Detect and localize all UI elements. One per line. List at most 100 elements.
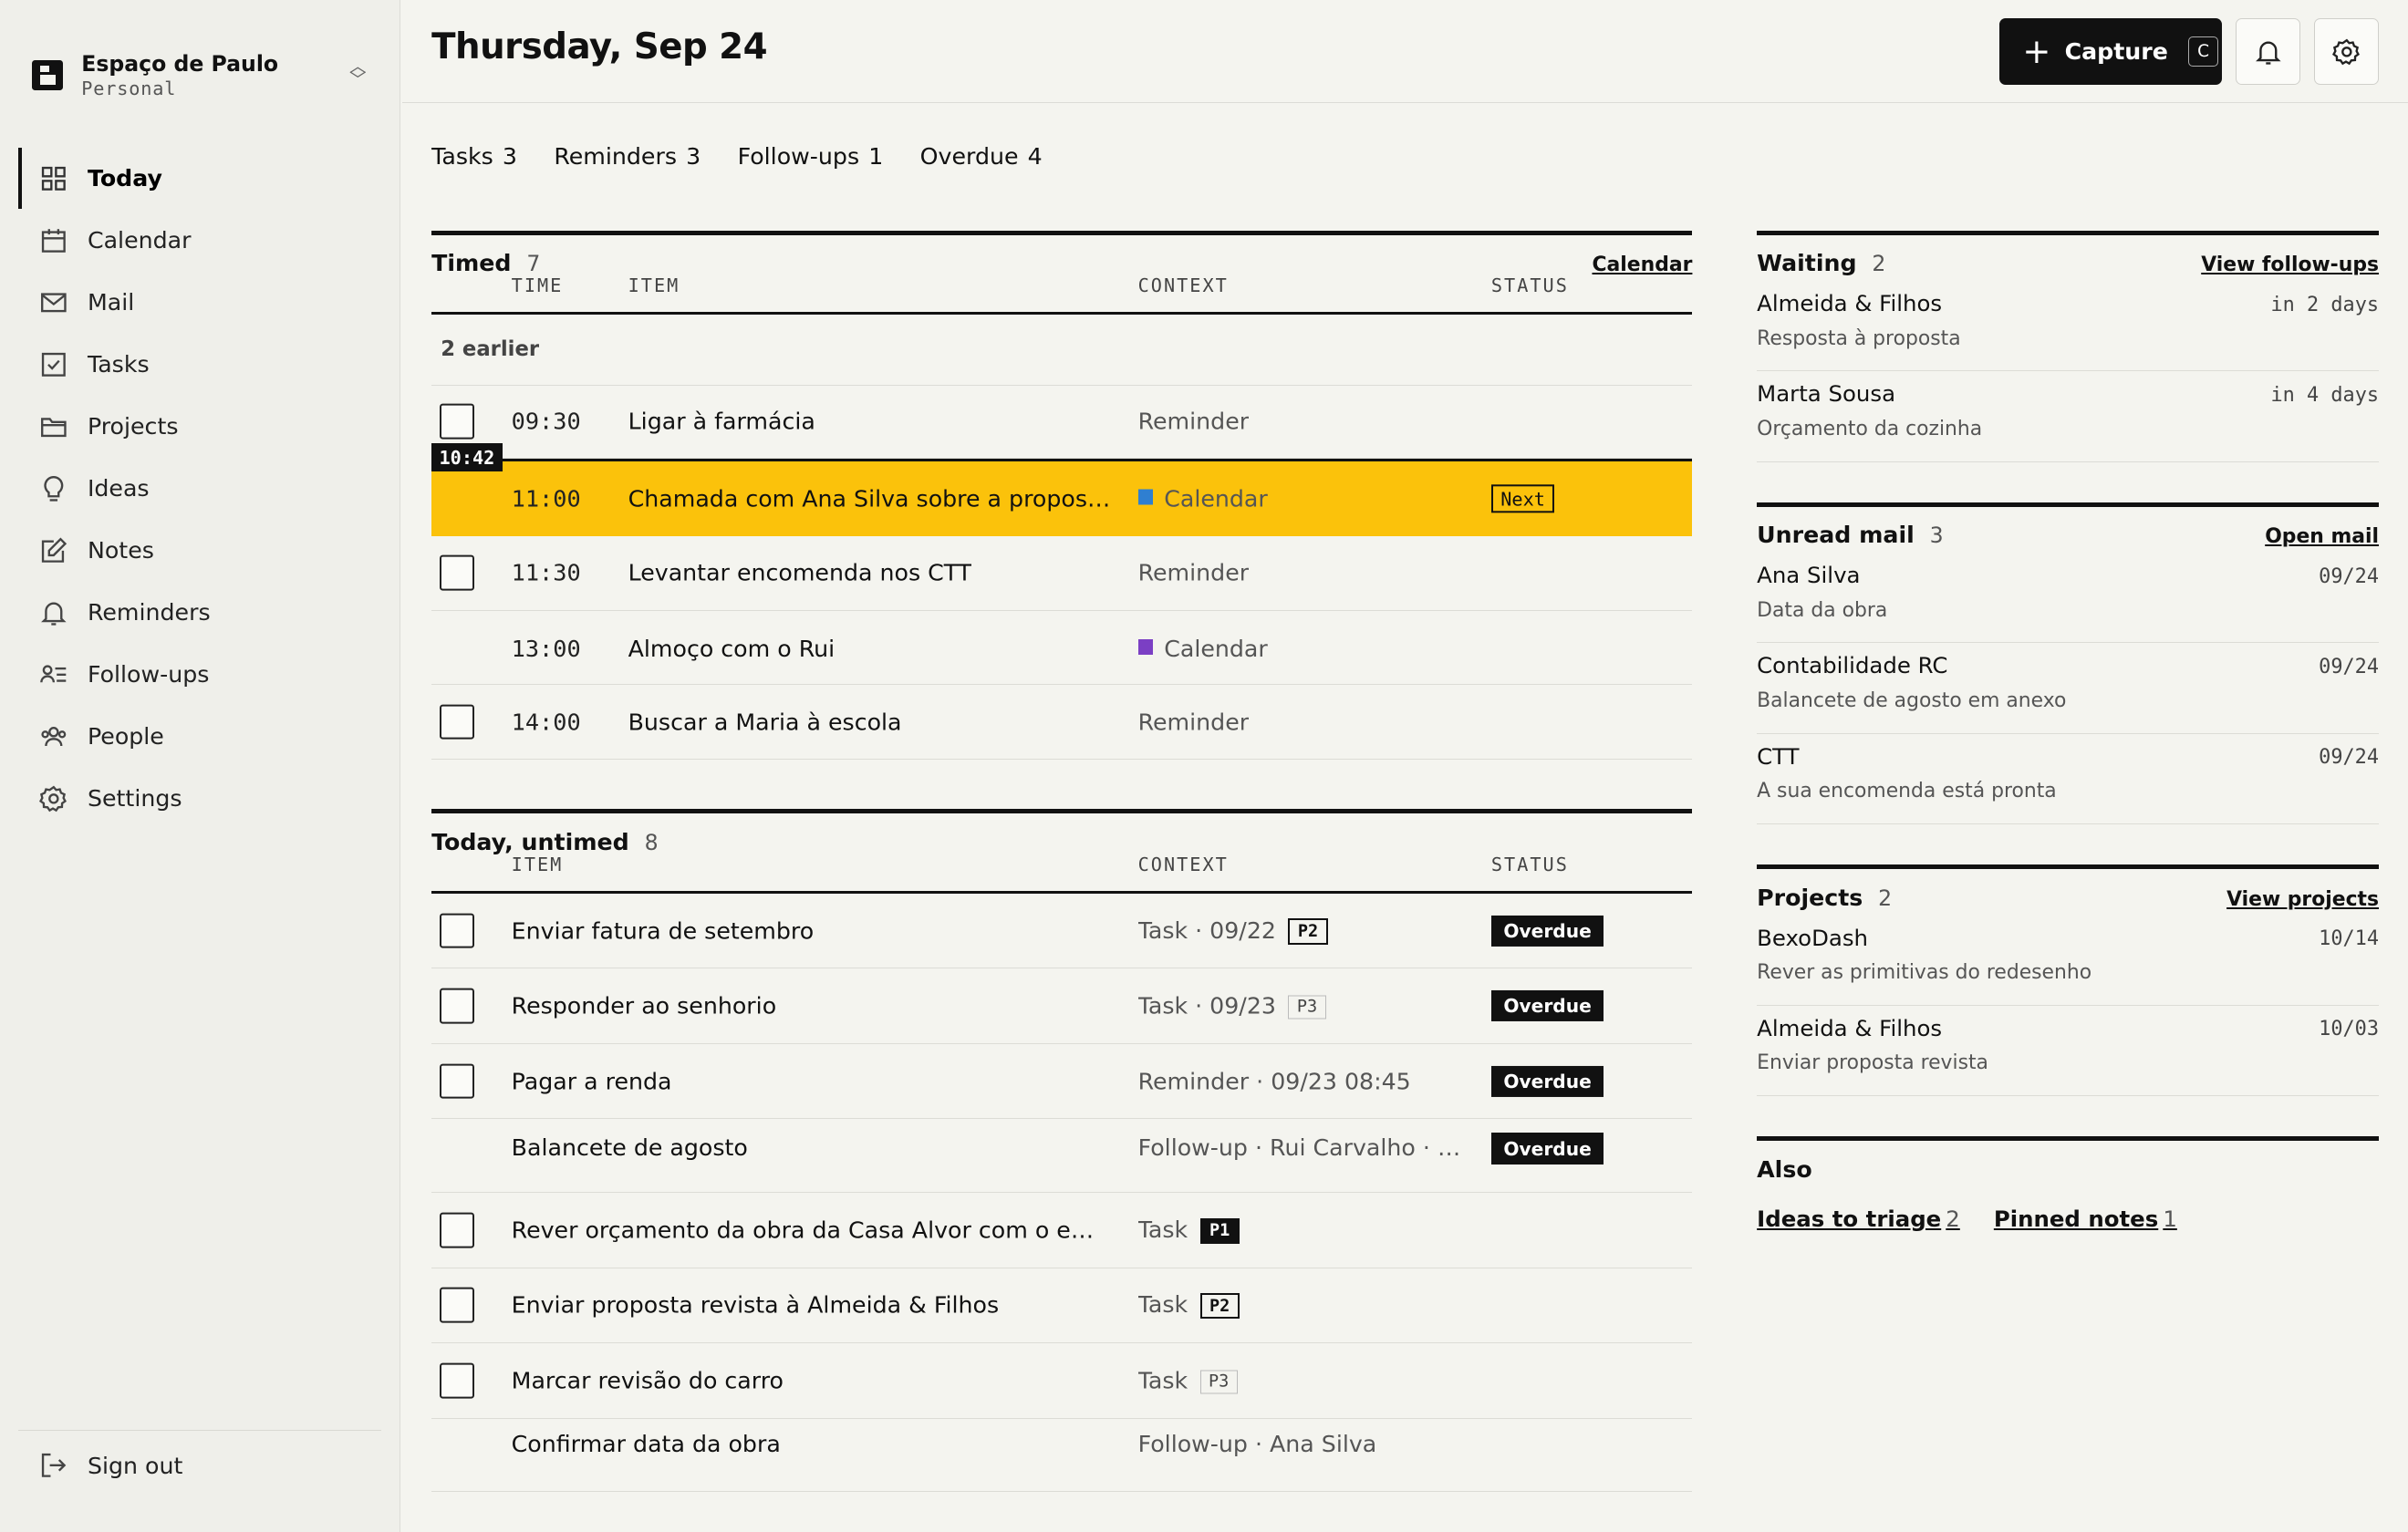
row-item: Rever orçamento da obra da Casa Alvor co… [511, 1216, 1107, 1244]
notifications-button[interactable] [2236, 18, 2301, 85]
table-row[interactable]: 11:30 Levantar encomenda nos CTT Reminde… [431, 536, 1693, 612]
folder-icon [38, 411, 69, 442]
list-item[interactable]: Ana Silva Data da obra 09/24 [1757, 553, 2380, 644]
sidebar-item-today[interactable]: Today [18, 147, 380, 210]
workspace-name: Espaço de Paulo [81, 50, 279, 77]
capture-button[interactable]: + Capture C [1999, 18, 2223, 85]
sidebar-item-projects[interactable]: Projects [18, 396, 380, 458]
earlier-toggle[interactable]: 2 earlier [431, 315, 1693, 386]
mail-icon [38, 287, 69, 318]
link-label: Pinned notes [1993, 1205, 2159, 1232]
top-header: Thursday, Sep 24 + Capture C [402, 0, 2408, 103]
list-item[interactable]: BexoDash Rever as primitivas do redesenh… [1757, 915, 2380, 1006]
signout-section: Sign out [18, 1429, 381, 1501]
table-row-current[interactable]: 10:42 11:00 Chamada com Ana Silva sobre … [431, 443, 1693, 536]
row-item: Confirmar data da obra [511, 1431, 781, 1458]
priority-badge: P3 [1288, 995, 1326, 1020]
view-projects-link[interactable]: View projects [2226, 888, 2379, 911]
waiting-title: Waiting [1757, 250, 1857, 277]
link-count: 2 [1946, 1205, 1960, 1232]
sidebar-item-mail[interactable]: Mail [18, 272, 380, 334]
list-item[interactable]: Marta Sousa Orçamento da cozinha in 4 da… [1757, 371, 2380, 462]
item-meta: in 4 days [2270, 383, 2380, 407]
list-item[interactable]: Almeida & Filhos Enviar proposta revista… [1757, 1006, 2380, 1097]
plus-icon: + [2022, 31, 2051, 71]
table-row[interactable]: Marcar revisão do carro Task P3 [431, 1343, 1693, 1419]
summary-count: 4 [1027, 142, 1043, 170]
table-row[interactable]: Pagar a renda Reminder · 09/23 08:45 Ove… [431, 1044, 1693, 1120]
table-row[interactable]: Balancete de agosto Follow-up · Rui Carv… [431, 1119, 1693, 1194]
sidebar-item-calendar[interactable]: Calendar [18, 210, 380, 272]
sidebar-item-tasks[interactable]: Tasks [18, 334, 380, 396]
task-checkbox[interactable] [439, 404, 475, 440]
sidebar-item-notes[interactable]: Notes [18, 520, 380, 582]
sign-out-button[interactable]: Sign out [18, 1431, 380, 1501]
item-subtitle: Balancete de agosto em anexo [1757, 688, 2067, 712]
table-row[interactable]: Enviar fatura de setembro Task · 09/22 P2… [431, 894, 1693, 969]
ideas-to-triage-link[interactable]: Ideas to triage 2 [1757, 1206, 1960, 1232]
item-subtitle: Enviar proposta revista [1757, 1051, 1988, 1075]
task-checkbox[interactable] [439, 1212, 475, 1248]
sidebar-item-people[interactable]: People [18, 706, 380, 768]
task-checkbox[interactable] [439, 913, 475, 948]
context-label: Task · 09/23 [1137, 992, 1276, 1020]
summary-overdue[interactable]: Overdue 4 [920, 143, 1043, 170]
task-checkbox[interactable] [439, 1288, 475, 1323]
item-title: Ana Silva [1757, 562, 1861, 589]
status-badge: Overdue [1490, 990, 1604, 1022]
table-row[interactable]: Confirmar data da obra Follow-up · Ana S… [431, 1419, 1693, 1493]
task-checkbox[interactable] [439, 704, 475, 740]
sidebar-item-ideas[interactable]: Ideas [18, 458, 380, 520]
sidebar-item-reminders[interactable]: Reminders [18, 582, 380, 644]
item-title: CTT [1757, 742, 1800, 770]
col-item: ITEM [628, 274, 680, 297]
view-follow-ups-link[interactable]: View follow-ups [2201, 254, 2379, 276]
calendar-color-swatch [1137, 639, 1154, 656]
task-checkbox[interactable] [439, 1063, 475, 1099]
untimed-column-header: ITEM CONTEXT STATUS [431, 844, 1693, 894]
capture-shortcut: C [2187, 36, 2219, 67]
row-item: Balancete de agosto [511, 1134, 748, 1162]
item-title: Contabilidade RC [1757, 652, 1948, 679]
list-item[interactable]: Almeida & Filhos Resposta à proposta in … [1757, 281, 2380, 372]
item-title: Almeida & Filhos [1757, 1014, 1943, 1041]
row-context: Calendar [1137, 636, 1268, 662]
table-row[interactable]: Responder ao senhorio Task · 09/23 P3 Ove… [431, 968, 1693, 1044]
workspace-switcher[interactable]: Espaço de Paulo Personal ︿ ﹀ [32, 47, 369, 105]
list-item[interactable]: CTT A sua encomenda está pronta 09/24 [1757, 734, 2380, 825]
summary-label: Reminders [554, 142, 678, 170]
row-context: Task · 09/23 P3 [1138, 993, 1326, 1020]
task-checkbox[interactable] [439, 988, 475, 1024]
workspace-logo-icon [32, 59, 64, 91]
sidebar-item-label: Follow-ups [87, 661, 210, 688]
sign-out-icon [38, 1450, 69, 1481]
col-status: STATUS [1490, 274, 1569, 297]
item-meta: 09/24 [2319, 746, 2380, 770]
sidebar-item-follow-ups[interactable]: Follow-ups [18, 644, 380, 706]
table-row[interactable]: Rever orçamento da obra da Casa Alvor co… [431, 1193, 1693, 1268]
sidebar-item-settings[interactable]: Settings [18, 768, 380, 830]
table-row[interactable]: Enviar proposta revista à Almeida & Filh… [431, 1268, 1693, 1344]
earlier-label: 2 earlier [441, 337, 540, 362]
table-row[interactable]: 14:00 Buscar a Maria à escola Reminder [431, 685, 1693, 761]
item-subtitle: Orçamento da cozinha [1757, 417, 1983, 440]
list-item[interactable]: Contabilidade RC Balancete de agosto em … [1757, 643, 2380, 734]
task-checkbox[interactable] [439, 1362, 475, 1399]
people-icon [38, 721, 69, 752]
item-meta: 10/03 [2319, 1018, 2380, 1041]
edit-icon [38, 535, 69, 566]
row-item: Marcar revisão do carro [511, 1367, 784, 1394]
settings-button[interactable] [2314, 18, 2380, 85]
row-item: Chamada com Ana Silva sobre a proposta .… [628, 485, 1112, 512]
open-mail-link[interactable]: Open mail [2265, 525, 2379, 548]
summary-tasks[interactable]: Tasks 3 [431, 143, 517, 170]
summary-reminders[interactable]: Reminders 3 [554, 143, 701, 170]
table-row[interactable]: 09:30 Ligar à farmácia Reminder [431, 386, 1693, 460]
summary-follow-ups[interactable]: Follow-ups 1 [738, 143, 884, 170]
waiting-count: 2 [1872, 251, 1886, 277]
table-row[interactable]: 13:00 Almoço com o Rui Calendar [431, 611, 1693, 685]
task-checkbox[interactable] [439, 554, 475, 591]
item-meta: 10/14 [2319, 926, 2380, 950]
row-context: Task P2 [1138, 1291, 1240, 1320]
pinned-notes-link[interactable]: Pinned notes 1 [1994, 1206, 2177, 1232]
